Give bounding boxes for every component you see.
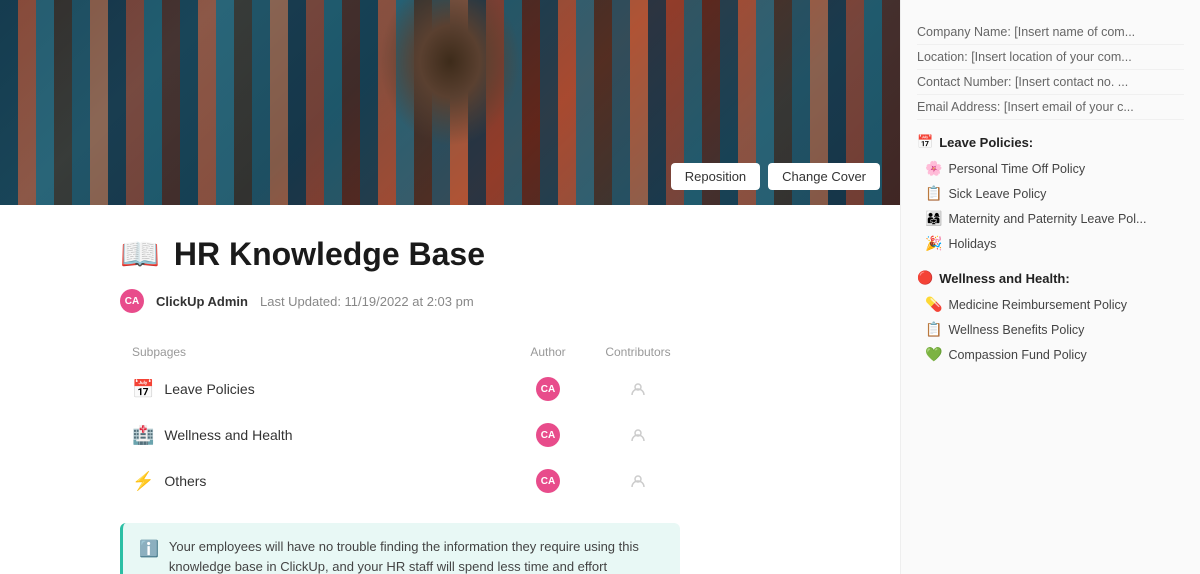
subpage-row-wellness[interactable]: 🏥 Wellness and Health CA [120,413,700,457]
compassion-fund-icon: 💚 [925,346,942,363]
last-updated: Last Updated: 11/19/2022 at 2:03 pm [260,294,474,309]
medicine-label: Medicine Reimbursement Policy [948,298,1127,312]
sidebar-item-holidays[interactable]: 🎉 Holidays [917,231,1184,256]
maternity-icon: 👨‍👩‍👧 [925,210,942,227]
col-author-header: Author [508,345,588,359]
main-content: Reposition Change Cover 📖 HR Knowledge B… [0,0,900,574]
medicine-icon: 💊 [925,296,942,313]
sidebar-contact: Contact Number: [Insert contact no. ... [917,70,1184,95]
wellness-icon: 🏥 [132,425,154,446]
sick-leave-label: Sick Leave Policy [948,187,1046,201]
maternity-label: Maternity and Paternity Leave Pol... [948,212,1146,226]
author-name: ClickUp Admin [156,294,248,309]
info-text: Your employees will have no trouble find… [169,537,664,574]
leave-policies-icon: 📅 [132,379,154,400]
info-box: ℹ️ Your employees will have no trouble f… [120,523,680,574]
others-icon: ⚡ [132,471,154,492]
wellness-label: Wellness and Health [164,427,508,443]
cover-image: Reposition Change Cover [0,0,900,205]
table-header: Subpages Author Contributors [120,341,700,363]
subpage-row-leave-policies[interactable]: 📅 Leave Policies CA [120,367,700,411]
meta-row: CA ClickUp Admin Last Updated: 11/19/202… [120,289,860,313]
wellness-section-icon: 🔴 [917,270,933,286]
subpage-row-others[interactable]: ⚡ Others CA [120,459,700,503]
sidebar-location: Location: [Insert location of your com..… [917,45,1184,70]
sidebar-item-wellness-benefits[interactable]: 📋 Wellness Benefits Policy [917,317,1184,342]
compassion-fund-label: Compassion Fund Policy [948,348,1086,362]
reposition-button[interactable]: Reposition [671,163,760,190]
personal-time-off-icon: 🌸 [925,160,942,177]
leave-policies-contrib [588,381,688,397]
subpages-table: Subpages Author Contributors 📅 Leave Pol… [120,341,700,503]
page-body: 📖 HR Knowledge Base CA ClickUp Admin Las… [0,205,900,574]
personal-time-off-label: Personal Time Off Policy [948,162,1085,176]
author-avatar: CA [120,289,144,313]
others-label: Others [164,473,508,489]
sidebar-item-personal-time-off[interactable]: 🌸 Personal Time Off Policy [917,156,1184,181]
wellness-benefits-label: Wellness Benefits Policy [948,323,1084,337]
wellness-benefits-icon: 📋 [925,321,942,338]
wellness-author: CA [536,423,560,447]
change-cover-button[interactable]: Change Cover [768,163,880,190]
page-title-row: 📖 HR Knowledge Base [120,235,860,273]
others-author: CA [536,469,560,493]
cover-buttons: Reposition Change Cover [671,163,880,190]
wellness-contrib [588,427,688,443]
sidebar-item-medicine[interactable]: 💊 Medicine Reimbursement Policy [917,292,1184,317]
leave-policies-author: CA [536,377,560,401]
col-contributors-header: Contributors [588,345,688,359]
page-title: HR Knowledge Base [174,236,485,273]
wellness-section-title: 🔴 Wellness and Health: [917,270,1184,286]
leave-policies-label: Leave Policies [164,381,508,397]
sidebar: Company Name: [Insert name of com... Loc… [900,0,1200,574]
sidebar-item-maternity-paternity[interactable]: 👨‍👩‍👧 Maternity and Paternity Leave Pol.… [917,206,1184,231]
sick-leave-icon: 📋 [925,185,942,202]
sidebar-company-name: Company Name: [Insert name of com... [917,20,1184,45]
col-name-header: Subpages [132,345,508,359]
holidays-label: Holidays [948,237,996,251]
leave-section-title: 📅 Leave Policies: [917,134,1184,150]
info-icon: ℹ️ [139,538,159,574]
page-icon: 📖 [120,235,160,273]
sidebar-item-sick-leave[interactable]: 📋 Sick Leave Policy [917,181,1184,206]
leave-section-icon: 📅 [917,134,933,150]
others-contrib [588,473,688,489]
sidebar-email: Email Address: [Insert email of your c..… [917,95,1184,120]
holidays-icon: 🎉 [925,235,942,252]
sidebar-item-compassion-fund[interactable]: 💚 Compassion Fund Policy [917,342,1184,367]
